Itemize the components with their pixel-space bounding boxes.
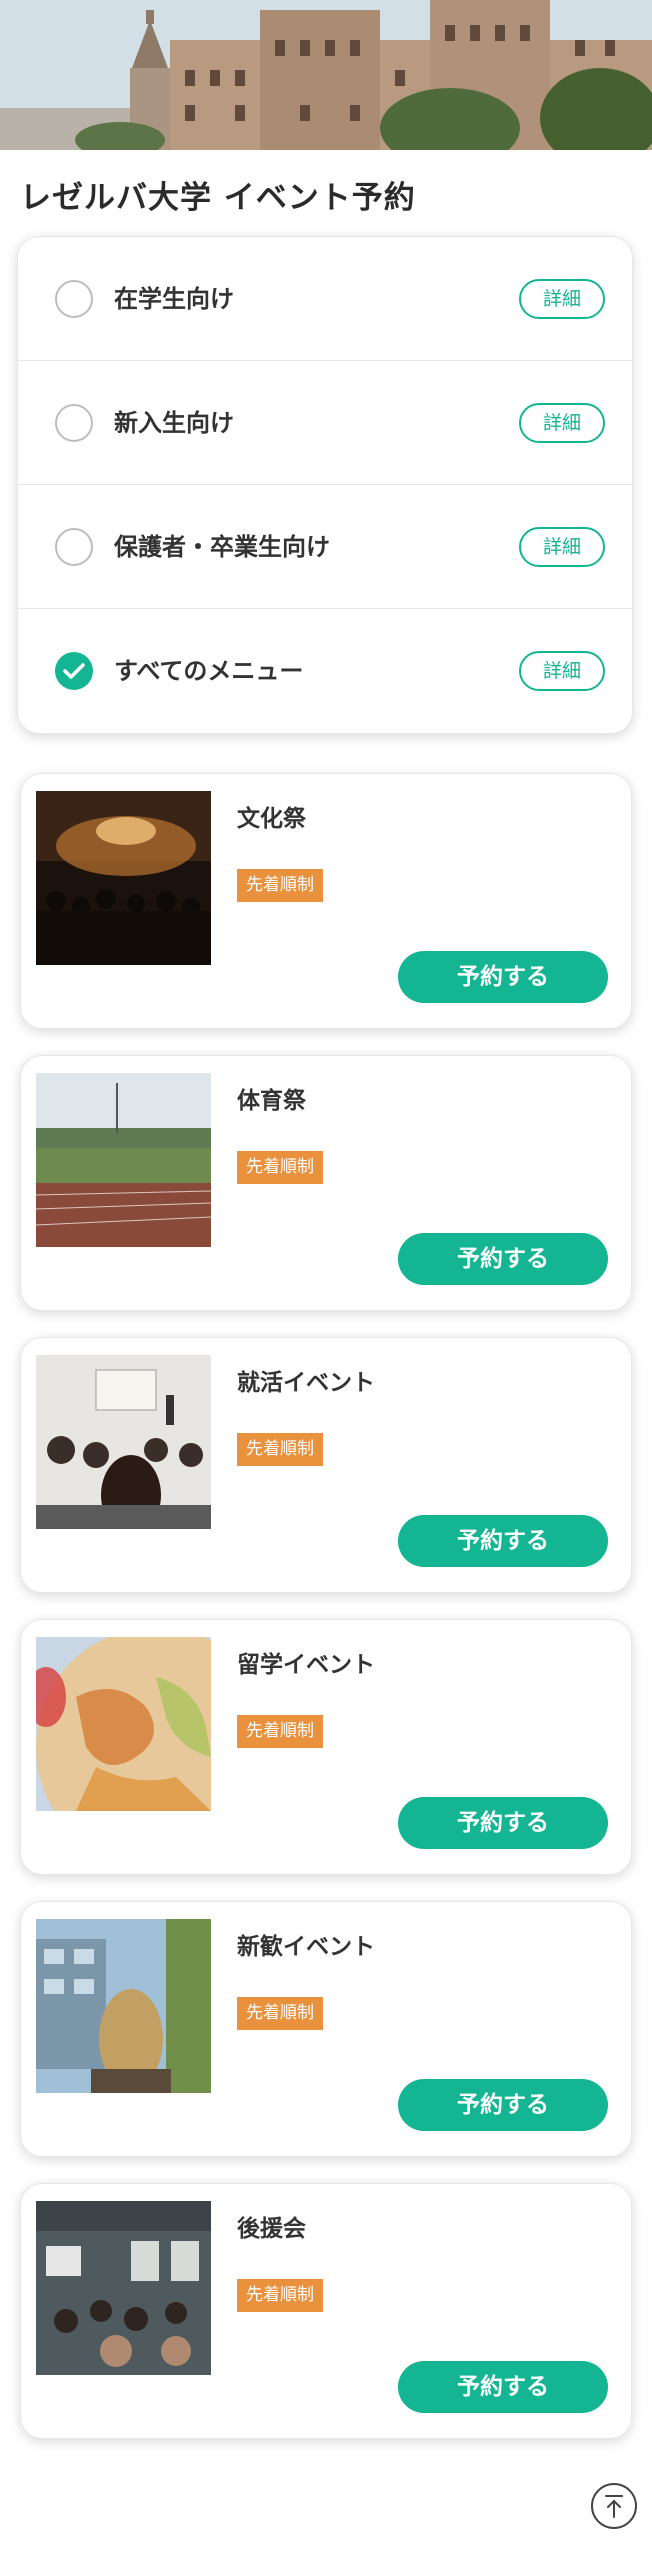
menu-filter-card: 在学生向け 詳細 新入生向け 詳細 保護者・卒業生向け 詳細 すべてのメニュー …	[17, 236, 633, 734]
event-thumbnail-globe	[36, 1637, 211, 1811]
university-building-illustration	[0, 0, 652, 150]
menu-option-label: 保護者・卒業生向け	[114, 533, 330, 561]
event-thumbnail-concert	[36, 791, 211, 965]
event-thumbnail-track-field	[36, 1073, 211, 1247]
detail-button[interactable]: 詳細	[519, 527, 605, 567]
hero-image-university-building	[0, 0, 652, 150]
menu-option-all[interactable]: すべてのメニュー 詳細	[18, 609, 632, 733]
first-come-badge: 先着順制	[237, 2279, 323, 2312]
event-card-supporters-association: 後援会 先着順制 予約する	[20, 2183, 632, 2439]
radio-button-checked[interactable]	[55, 652, 93, 690]
first-come-badge: 先着順制	[237, 1151, 323, 1184]
radio-button[interactable]	[55, 280, 93, 318]
scroll-to-top-button[interactable]	[591, 2483, 637, 2529]
event-title: 文化祭	[237, 806, 306, 832]
event-card-welcome-event: 新歓イベント 先着順制 予約する	[20, 1901, 632, 2157]
event-card-culture-festival: 文化祭 先着順制 予約する	[20, 773, 632, 1029]
menu-option-label: 新入生向け	[114, 409, 234, 437]
reserve-button[interactable]: 予約する	[398, 2079, 608, 2131]
page-title: レゼルバ大学 イベント予約	[20, 180, 416, 216]
event-title: 就活イベント	[237, 1370, 375, 1396]
menu-option-label: すべてのメニュー	[114, 657, 304, 685]
first-come-badge: 先着順制	[237, 1715, 323, 1748]
reserve-button[interactable]: 予約する	[398, 951, 608, 1003]
checkmark-icon	[63, 663, 85, 679]
event-title: 後援会	[237, 2216, 306, 2242]
event-thumbnail-seminar	[36, 1355, 211, 1529]
event-card-job-hunting: 就活イベント 先着順制 予約する	[20, 1337, 632, 1593]
event-thumbnail-student-campus	[36, 1919, 211, 2093]
event-card-study-abroad: 留学イベント 先着順制 予約する	[20, 1619, 632, 1875]
first-come-badge: 先着順制	[237, 1433, 323, 1466]
arrow-up-circle-icon	[605, 2495, 623, 2518]
reserve-button[interactable]: 予約する	[398, 2361, 608, 2413]
event-title: 体育祭	[237, 1088, 306, 1114]
menu-option-new-students[interactable]: 新入生向け 詳細	[18, 361, 632, 485]
menu-option-label: 在学生向け	[114, 285, 234, 313]
first-come-badge: 先着順制	[237, 869, 323, 902]
menu-option-current-students[interactable]: 在学生向け 詳細	[18, 237, 632, 361]
detail-button[interactable]: 詳細	[519, 403, 605, 443]
radio-button[interactable]	[55, 528, 93, 566]
detail-button[interactable]: 詳細	[519, 651, 605, 691]
event-card-sports-festival: 体育祭 先着順制 予約する	[20, 1055, 632, 1311]
event-title: 留学イベント	[237, 1652, 375, 1678]
reserve-button[interactable]: 予約する	[398, 1233, 608, 1285]
radio-button[interactable]	[55, 404, 93, 442]
event-title: 新歓イベント	[237, 1934, 375, 1960]
menu-option-parents-alumni[interactable]: 保護者・卒業生向け 詳細	[18, 485, 632, 609]
reserve-button[interactable]: 予約する	[398, 1515, 608, 1567]
detail-button[interactable]: 詳細	[519, 279, 605, 319]
event-thumbnail-meeting-room	[36, 2201, 211, 2375]
first-come-badge: 先着順制	[237, 1997, 323, 2030]
reserve-button[interactable]: 予約する	[398, 1797, 608, 1849]
